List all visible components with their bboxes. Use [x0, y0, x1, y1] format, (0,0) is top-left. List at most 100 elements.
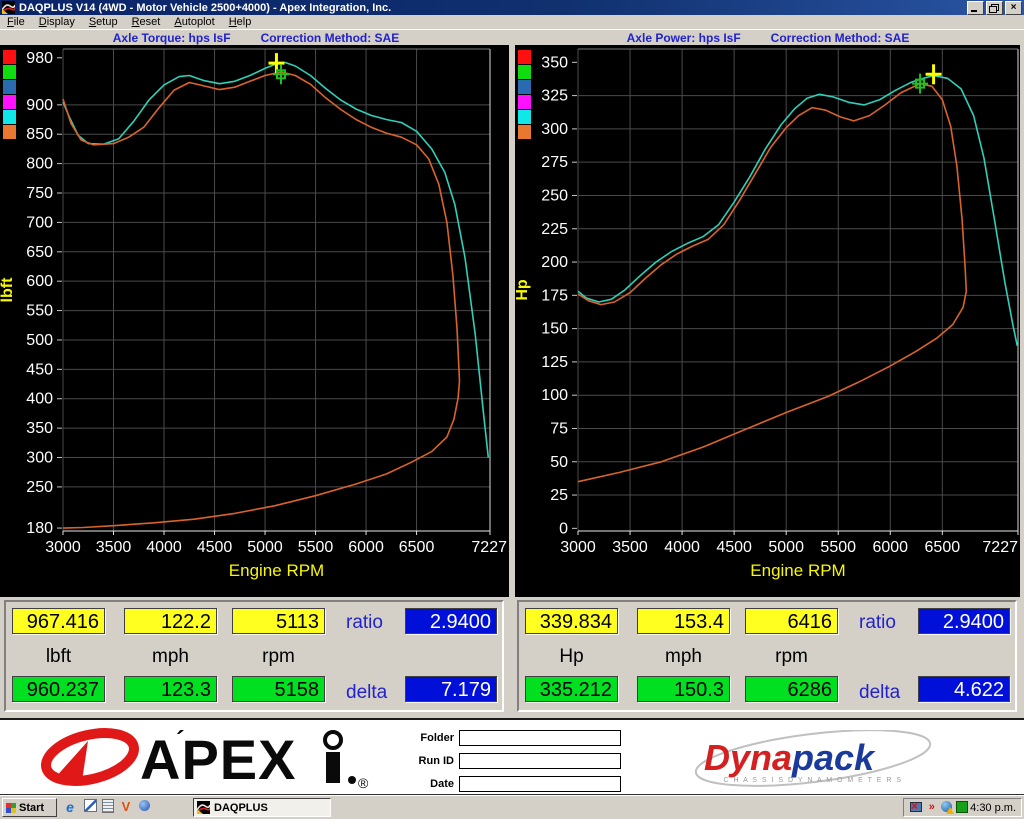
- power-chart[interactable]: 3000350040004500500055006000650072273503…: [515, 45, 1020, 597]
- y-tick-label: 850: [26, 126, 53, 143]
- torque-peak-rpm: 5158: [232, 676, 325, 702]
- power-unit-label: Hp: [525, 646, 618, 668]
- restore-button[interactable]: [986, 1, 1003, 15]
- document-quicklaunch-icon[interactable]: [100, 799, 116, 815]
- torque-correction-method: Correction Method: SAE: [261, 31, 400, 45]
- titlebar: DAQPLUS V14 (4WD - Motor Vehicle 2500+40…: [0, 0, 1024, 15]
- footer: APEX ´ ® Folder Run ID Date Dynapack C H…: [0, 718, 1024, 795]
- menu-file[interactable]: File: [0, 15, 32, 29]
- mph-unit-label: mph: [637, 646, 730, 668]
- y-tick-label: 125: [541, 354, 568, 371]
- svg-text:®: ®: [358, 775, 369, 789]
- power-readout-panel: 339.834 153.4 6416 Hp mph rpm 335.212 15…: [517, 600, 1017, 712]
- trace-color-swatch[interactable]: [3, 95, 16, 109]
- x-axis-title: Engine RPM: [750, 561, 845, 580]
- run-id-input[interactable]: [459, 753, 621, 769]
- x-tick-label: 3000: [45, 539, 81, 556]
- x-tick-label: 4500: [197, 539, 233, 556]
- daqplus-app-icon: [197, 801, 210, 814]
- y-tick-label: 300: [26, 450, 53, 467]
- power-peak-rpm: 6286: [745, 676, 838, 702]
- trace-color-swatch[interactable]: [3, 65, 16, 79]
- media-quicklaunch-icon[interactable]: V: [118, 799, 134, 815]
- trace-color-swatch[interactable]: [3, 125, 16, 139]
- y-tick-label: 350: [26, 420, 53, 437]
- ie-quicklaunch-icon[interactable]: e: [62, 799, 78, 815]
- torque-run-orange: [63, 72, 460, 528]
- x-tick-label: 6500: [925, 539, 961, 556]
- msn-quicklaunch-icon[interactable]: [136, 799, 152, 815]
- x-tick-label: 7227: [471, 539, 507, 556]
- y-tick-label: 500: [26, 332, 53, 349]
- trace-color-swatch[interactable]: [518, 110, 531, 124]
- ratio-label: ratio: [859, 612, 915, 634]
- daqplus-task-button[interactable]: DAQPLUS: [193, 798, 331, 817]
- trace-color-swatch[interactable]: [3, 80, 16, 94]
- trace-color-swatch[interactable]: [518, 80, 531, 94]
- y-tick-label: 150: [541, 321, 568, 338]
- y-tick-label: 600: [26, 273, 53, 290]
- power-correction-method: Correction Method: SAE: [771, 31, 910, 45]
- x-tick-label: 5000: [768, 539, 804, 556]
- apexi-i-dot: [325, 732, 341, 748]
- menubar: File Display Setup Reset Autoplot Help: [0, 15, 1024, 29]
- display-settings-icon[interactable]: [955, 801, 970, 814]
- trace-color-swatch[interactable]: [518, 95, 531, 109]
- close-button[interactable]: ×: [1005, 1, 1022, 15]
- y-tick-label: 900: [26, 97, 53, 114]
- torque-peak-mph: 123.3: [124, 676, 217, 702]
- y-tick-label: 275: [541, 154, 568, 171]
- trace-color-swatch[interactable]: [3, 50, 16, 64]
- run-info-fields: Folder Run ID Date: [398, 720, 620, 797]
- x-tick-label: 7227: [982, 539, 1018, 556]
- torque-cursor-value: 967.416: [12, 608, 105, 634]
- x-axis-title: Engine RPM: [229, 561, 324, 580]
- menu-setup[interactable]: Setup: [82, 15, 125, 29]
- torque-chart[interactable]: 3000350040004500500055006000650072279809…: [0, 45, 509, 597]
- x-tick-label: 4500: [716, 539, 752, 556]
- date-label: Date: [398, 778, 454, 790]
- folder-input[interactable]: [459, 730, 621, 746]
- menu-help[interactable]: Help: [222, 15, 259, 29]
- apexi-logo: APEX ´ ®: [30, 727, 390, 789]
- show-desktop-icon[interactable]: [82, 799, 98, 815]
- trace-color-swatch[interactable]: [518, 65, 531, 79]
- menu-reset[interactable]: Reset: [125, 15, 168, 29]
- network-offline-icon[interactable]: ×: [908, 801, 923, 814]
- x-tick-label: 3000: [560, 539, 596, 556]
- fast-forward-icon[interactable]: »: [924, 801, 939, 814]
- torque-unit-label: lbft: [12, 646, 105, 668]
- y-tick-label: 300: [541, 121, 568, 138]
- y-tick-label: 550: [26, 303, 53, 320]
- start-button[interactable]: Start: [2, 798, 57, 817]
- y-tick-label: 800: [26, 156, 53, 173]
- x-tick-label: 3500: [96, 539, 132, 556]
- svg-text:APEX: APEX: [140, 728, 297, 789]
- taskbar-clock: 4:30 p.m.: [970, 802, 1021, 814]
- x-tick-label: 5000: [247, 539, 283, 556]
- menu-display[interactable]: Display: [32, 15, 82, 29]
- trace-color-swatch[interactable]: [518, 125, 531, 139]
- y-tick-label: 200: [541, 254, 568, 271]
- folder-label: Folder: [398, 732, 454, 744]
- ratio-label: ratio: [346, 612, 402, 634]
- minimize-button[interactable]: [967, 1, 984, 15]
- x-tick-label: 5500: [820, 539, 856, 556]
- trace-color-swatch[interactable]: [3, 110, 16, 124]
- x-tick-label: 6000: [348, 539, 384, 556]
- torque-chart-header: Axle Torque: hps IsF Correction Method: …: [0, 29, 512, 45]
- date-input[interactable]: [459, 776, 621, 792]
- y-tick-label: 325: [541, 88, 568, 105]
- torque-peak-value: 960.237: [12, 676, 105, 702]
- x-tick-label: 5500: [298, 539, 334, 556]
- x-tick-label: 6500: [399, 539, 435, 556]
- svg-text:´: ´: [176, 727, 185, 755]
- y-tick-label: 250: [541, 187, 568, 204]
- menu-autoplot[interactable]: Autoplot: [167, 15, 221, 29]
- trace-color-swatch[interactable]: [518, 50, 531, 64]
- torque-cursor-mph: 122.2: [124, 608, 217, 634]
- power-run-orange: [578, 84, 966, 482]
- y-tick-label: 250: [26, 479, 53, 496]
- update-globe-icon[interactable]: [939, 801, 954, 814]
- daqplus-app-icon: [2, 1, 15, 14]
